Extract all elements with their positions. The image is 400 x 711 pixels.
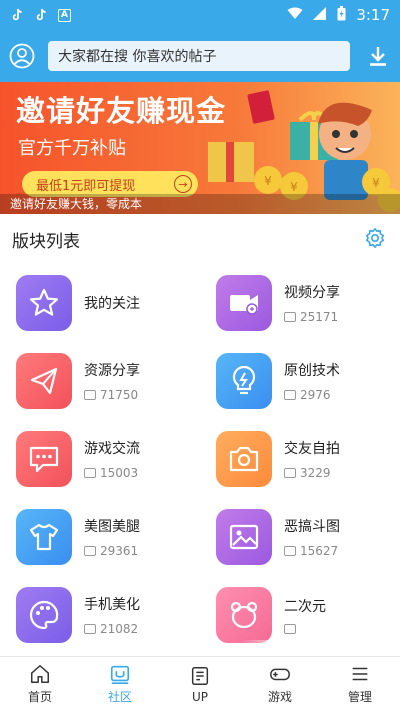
- board-count: 3229: [300, 466, 331, 480]
- comment-icon: [84, 624, 96, 634]
- board-item[interactable]: 美图美腿 29361: [16, 498, 216, 576]
- board-count: 15627: [300, 544, 339, 558]
- svg-text:¥: ¥: [290, 180, 298, 194]
- nav-game[interactable]: 游戏: [240, 657, 320, 711]
- nav-label: UP: [191, 689, 209, 704]
- board-item[interactable]: 原创技术 2976: [216, 342, 400, 420]
- download-button[interactable]: [364, 42, 392, 70]
- tiktok-icon: [10, 8, 24, 22]
- settings-button[interactable]: [364, 227, 388, 251]
- battery-icon: [337, 5, 346, 25]
- lightbulb-icon: [216, 353, 272, 409]
- board-name: 资源分享: [84, 363, 140, 379]
- board-item[interactable]: 我的关注: [16, 264, 216, 342]
- section-header: 版块列表: [0, 214, 400, 264]
- board-name: 二次元: [284, 599, 326, 615]
- nav-label: 首页: [27, 690, 52, 704]
- status-time: 3:17: [356, 6, 390, 24]
- community-icon: [110, 665, 130, 684]
- status-bar: A 3:17: [0, 0, 400, 30]
- board-name: 我的关注: [84, 296, 140, 312]
- banner-title: 邀请好友赚现金: [16, 94, 227, 128]
- shirt-icon: [16, 509, 72, 565]
- comment-icon: [284, 546, 296, 556]
- star-icon: [16, 275, 72, 331]
- nav-community[interactable]: 社区: [80, 657, 160, 711]
- svg-text:¥: ¥: [372, 176, 380, 190]
- board-count: 71750: [100, 388, 139, 402]
- board-item[interactable]: 游戏交流 15003: [16, 420, 216, 498]
- comment-icon: [284, 390, 296, 400]
- nav-home[interactable]: 首页: [0, 657, 80, 711]
- top-bar: 大家都在搜 你喜欢的帖子: [0, 30, 400, 82]
- board-count: 15003: [100, 466, 139, 480]
- palette-icon: [16, 587, 72, 643]
- comment-icon: [84, 546, 96, 556]
- bottom-nav: 首页 社区 UP 游戏 管理: [0, 656, 400, 711]
- chat-icon: [16, 431, 72, 487]
- banner-cta-label: 最低1元即可提现: [36, 178, 136, 194]
- board-name: 游戏交流: [84, 441, 140, 457]
- board-item[interactable]: 恶搞斗图 15627: [216, 498, 400, 576]
- manage-icon: [352, 667, 368, 681]
- search-input[interactable]: 大家都在搜 你喜欢的帖子: [48, 41, 350, 71]
- board-item[interactable]: 手机美化 21082: [16, 576, 216, 654]
- board-count: 25171: [300, 310, 339, 324]
- board-name: 美图美腿: [84, 519, 140, 535]
- board-count: 29361: [100, 544, 139, 558]
- comment-icon: [84, 468, 96, 478]
- gear-icon: [365, 228, 385, 248]
- user-icon: [9, 43, 35, 69]
- paper-plane-icon: [16, 353, 72, 409]
- tiktok-icon: [34, 8, 48, 22]
- nav-label: 管理: [347, 690, 372, 704]
- camera-icon: [216, 431, 272, 487]
- board-name: 原创技术: [284, 363, 340, 379]
- comment-icon: [84, 390, 96, 400]
- board-name: 恶搞斗图: [284, 519, 340, 535]
- board-count: 2976: [300, 388, 331, 402]
- board-name: 交友自拍: [284, 441, 340, 457]
- comment-icon: [284, 468, 296, 478]
- banner-caption: 邀请好友赚大钱，零成本: [0, 194, 400, 214]
- board-name: 手机美化: [84, 597, 140, 613]
- download-icon: [370, 47, 386, 66]
- board-name: 视频分享: [284, 285, 340, 301]
- section-title: 版块列表: [12, 231, 80, 252]
- user-avatar-button[interactable]: [8, 42, 36, 70]
- comment-icon: [284, 624, 296, 634]
- bear-icon: [216, 587, 272, 643]
- up-icon: [191, 666, 209, 685]
- video-icon: [216, 275, 272, 331]
- nav-manage[interactable]: 管理: [320, 657, 400, 711]
- promo-banner[interactable]: ¥ ¥ ¥ 邀请好友赚现金 官方千万补贴 最低1元即可提现 → 邀请好友赚大钱，…: [0, 82, 400, 214]
- board-item[interactable]: 视频分享 25171: [216, 264, 400, 342]
- svg-text:¥: ¥: [264, 174, 272, 188]
- image-icon: [216, 509, 272, 565]
- arrow-right-icon: →: [174, 175, 192, 193]
- notification-a-icon: A: [58, 8, 71, 22]
- board-count: 21082: [100, 622, 139, 636]
- board-item[interactable]: 交友自拍 3229: [216, 420, 400, 498]
- home-icon: [31, 665, 49, 683]
- game-icon: [270, 668, 290, 681]
- search-placeholder: 大家都在搜 你喜欢的帖子: [58, 49, 217, 65]
- nav-label: 游戏: [267, 690, 292, 704]
- signal-icon: [313, 6, 327, 24]
- board-item[interactable]: 资源分享 71750: [16, 342, 216, 420]
- nav-label: 社区: [107, 690, 132, 704]
- wifi-icon: [287, 7, 303, 24]
- banner-subtitle: 官方千万补贴: [18, 138, 126, 159]
- board-item[interactable]: 二次元: [216, 576, 400, 654]
- nav-up[interactable]: UP: [160, 657, 240, 711]
- comment-icon: [284, 312, 296, 322]
